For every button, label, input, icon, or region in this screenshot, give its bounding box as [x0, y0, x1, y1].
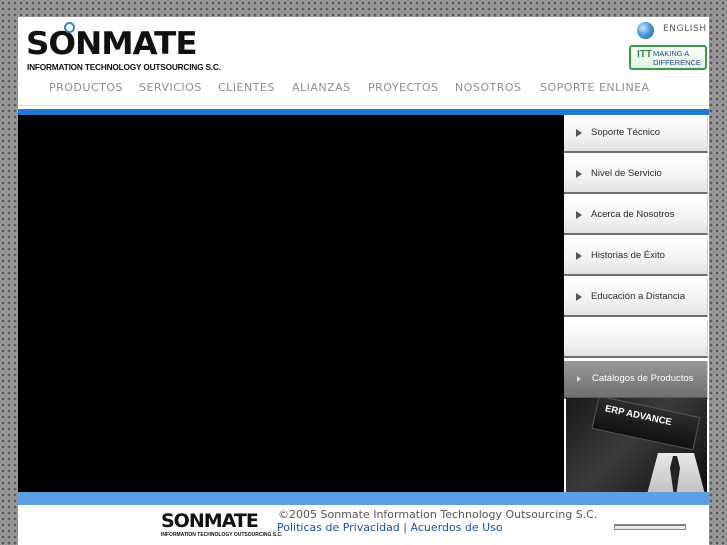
- erp-title: ERP ADVANCE: [603, 403, 673, 429]
- terms-of-use-link[interactable]: Acuerdos de Uso: [411, 521, 503, 534]
- footer-logo-wordmark: SONMATE: [161, 510, 259, 532]
- footer-logo: SONMATE INFORMATION TECHNOLOGY OUTSOURCI…: [161, 510, 282, 540]
- header-divider: [18, 105, 709, 106]
- bottom-accent-bar: [18, 492, 709, 505]
- page-container: SONMATE INFORMATION TECHNOLOGY OUTSOURCI…: [18, 17, 709, 545]
- sidebar-item-label: Soporte Técnico: [591, 127, 661, 138]
- sidebar-item-acerca-de-nosotros[interactable]: Acerca de Nosotros: [564, 197, 708, 235]
- main-nav: PRODUCTOS SERVICIOS CLIENTES ALIANZAS PR…: [18, 77, 709, 99]
- itt-logo-icon: ITT: [637, 49, 652, 60]
- sidebar-item-catalogos-de-productos[interactable]: Catálogos de Productos: [564, 361, 708, 399]
- sidebar-item-label: Educación a Distancia: [591, 291, 685, 302]
- sidebar-item-label: Acerca de Nosotros: [591, 209, 675, 220]
- footer-links: Politicas de Privacidad | Acuerdos de Us…: [277, 521, 503, 534]
- sidebar-item-empty[interactable]: [564, 320, 708, 358]
- nav-item-clientes[interactable]: CLIENTES: [218, 81, 275, 94]
- header: SONMATE INFORMATION TECHNOLOGY OUTSOURCI…: [18, 17, 709, 108]
- nav-item-soporte-enlinea[interactable]: SOPORTE ENLINEA: [540, 81, 650, 94]
- nav-item-proyectos[interactable]: PROYECTOS: [368, 81, 439, 94]
- sidebar-item-soporte-tecnico[interactable]: Soporte Técnico: [564, 115, 708, 153]
- language-label[interactable]: ENGLISH: [663, 24, 707, 34]
- sidebar-item-label: Catálogos de Productos: [592, 373, 694, 384]
- erp-advance-banner[interactable]: ERP ADVANCE: [566, 398, 707, 492]
- sidebar-item-historias-de-exito[interactable]: Historias de Éxito: [564, 238, 708, 276]
- globe-icon[interactable]: [637, 22, 654, 39]
- logo-ring-icon: [64, 22, 75, 33]
- making-a-difference-badge[interactable]: ITT MAKING A DIFFERENCE: [629, 45, 707, 70]
- nav-item-servicios[interactable]: SERVICIOS: [139, 81, 202, 94]
- arrow-right-icon: [576, 293, 582, 301]
- arrow-right-icon: [576, 252, 582, 260]
- arrow-right-icon: [576, 129, 582, 137]
- badge-line-2: DIFFERENCE: [653, 58, 701, 67]
- nav-item-alianzas[interactable]: ALIANZAS: [292, 81, 351, 94]
- logo-wordmark: SONMATE: [26, 26, 198, 62]
- sidebar-item-label: Nivel de Servicio: [591, 168, 662, 179]
- erp-product-box: ERP ADVANCE: [591, 398, 701, 451]
- sidebar-item-label: Historias de Éxito: [591, 250, 665, 261]
- arrow-right-icon: [577, 376, 581, 382]
- logo-tagline: INFORMATION TECHNOLOGY OUTSOURCING S.C.: [27, 62, 221, 72]
- privacy-policy-link[interactable]: Politicas de Privacidad: [277, 521, 400, 534]
- sidebar-item-educacion-a-distancia[interactable]: Educación a Distancia: [564, 279, 708, 317]
- badge-line-1: MAKING A: [653, 49, 690, 58]
- nav-item-productos[interactable]: PRODUCTOS: [49, 81, 123, 94]
- sidebar-item-nivel-de-servicio[interactable]: Nivel de Servicio: [564, 156, 708, 194]
- arrow-right-icon: [576, 211, 582, 219]
- flash-video-area[interactable]: [18, 115, 564, 492]
- arrow-right-icon: [576, 170, 582, 178]
- link-separator: |: [403, 521, 408, 534]
- nav-item-nosotros[interactable]: NOSOTROS: [455, 81, 522, 94]
- sidebar-menu: Soporte Técnico Nivel de Servicio Acerca…: [564, 115, 709, 492]
- corner-button[interactable]: [614, 524, 686, 530]
- footer-logo-tagline: INFORMATION TECHNOLOGY OUTSOURCING S.C.: [161, 532, 283, 538]
- badge-text: MAKING A DIFFERENCE: [653, 49, 701, 67]
- copyright-text: ©2005 Sonmate Information Technology Out…: [278, 508, 598, 521]
- sonmate-logo[interactable]: SONMATE INFORMATION TECHNOLOGY OUTSOURCI…: [26, 22, 221, 72]
